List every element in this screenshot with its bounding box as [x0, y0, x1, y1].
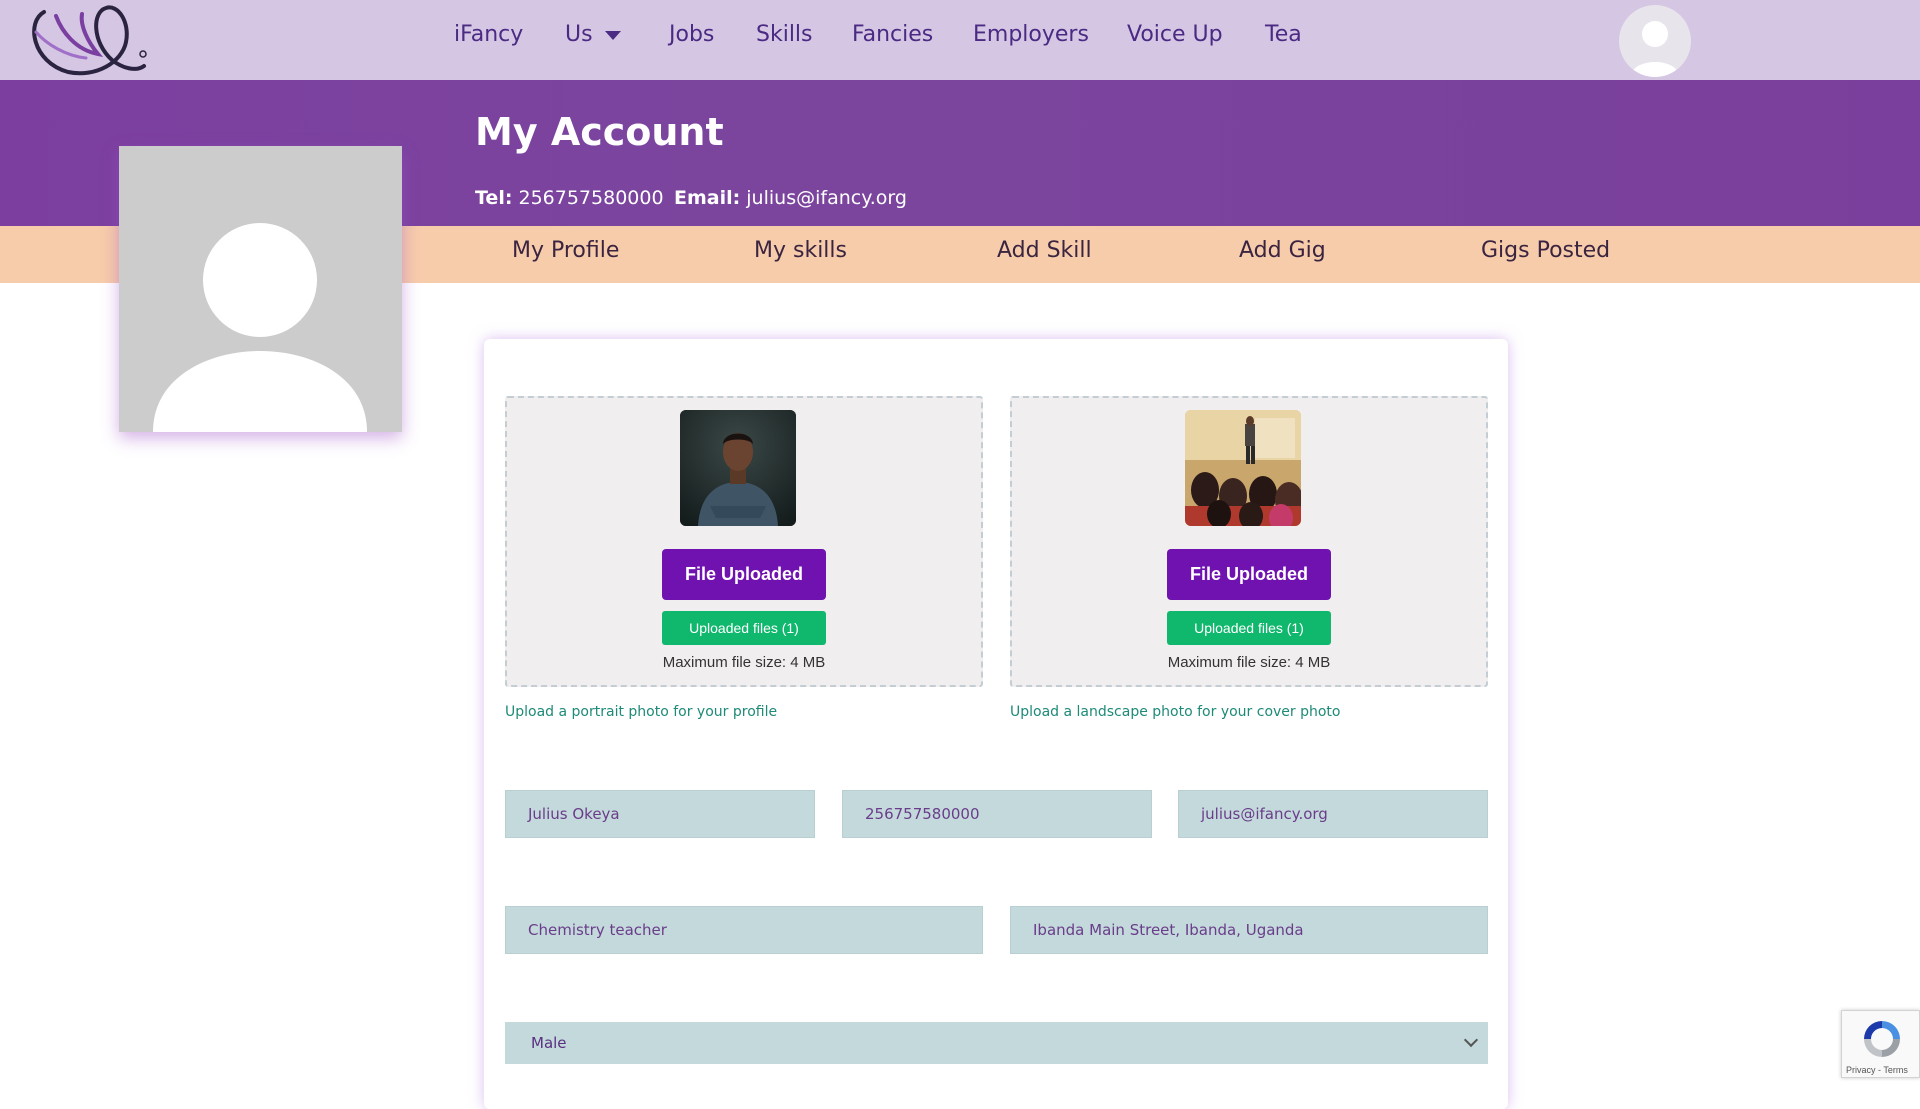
user-avatar[interactable]	[1619, 5, 1691, 77]
nav-item-ifancy[interactable]: iFancy	[454, 22, 523, 47]
top-navigation: iFancy Us Jobs Skills Fancies Employers …	[0, 0, 1920, 80]
tab-gigs-posted[interactable]: Gigs Posted	[1481, 238, 1610, 263]
nav-item-jobs[interactable]: Jobs	[669, 22, 714, 47]
name-field[interactable]: Julius Okeya	[505, 790, 815, 838]
nav-item-fancies[interactable]: Fancies	[852, 22, 933, 47]
chevron-down-icon	[1463, 1032, 1479, 1048]
gender-select-value: Male	[531, 1034, 567, 1052]
contact-tel: Tel: 256757580000	[475, 187, 664, 209]
cover-uploaded-files-button[interactable]: Uploaded files (1)	[1167, 611, 1331, 645]
tab-add-gig[interactable]: Add Gig	[1239, 238, 1326, 263]
recaptcha-privacy-link[interactable]: Privacy	[1846, 1065, 1876, 1075]
portrait-max-file-size: Maximum file size: 4 MB	[662, 654, 826, 671]
caret-down-icon	[604, 30, 621, 40]
tel-label: Tel:	[475, 187, 513, 209]
nav-item-employers[interactable]: Employers	[973, 22, 1089, 47]
address-field[interactable]: Ibanda Main Street, Ibanda, Uganda	[1010, 906, 1488, 954]
recaptcha-terms-link[interactable]: Terms	[1883, 1065, 1908, 1075]
cover-thumbnail	[1185, 410, 1301, 526]
tab-my-skills[interactable]: My skills	[754, 238, 847, 263]
nav-item-us[interactable]: Us	[565, 22, 621, 47]
tab-add-skill[interactable]: Add Skill	[997, 238, 1092, 263]
cover-max-file-size: Maximum file size: 4 MB	[1167, 654, 1331, 671]
nav-item-tea[interactable]: Tea	[1265, 22, 1302, 47]
tel-value: 256757580000	[518, 187, 664, 209]
tab-my-profile[interactable]: My Profile	[512, 238, 619, 263]
avatar-placeholder-icon	[153, 223, 367, 432]
page-title: My Account	[475, 110, 724, 154]
cover-upload-dropzone[interactable]: File Uploaded Uploaded files (1) Maximum…	[1010, 396, 1488, 687]
ifancy-logo[interactable]	[26, 2, 156, 78]
cover-upload-hint: Upload a landscape photo for your cover …	[1010, 704, 1341, 720]
gender-select[interactable]: Male	[505, 1022, 1488, 1064]
cover-file-uploaded-button[interactable]: File Uploaded	[1167, 549, 1331, 600]
user-icon	[1631, 21, 1679, 77]
portrait-thumbnail	[680, 410, 796, 526]
nav-item-skills[interactable]: Skills	[756, 22, 813, 47]
phone-field[interactable]: 256757580000	[842, 790, 1152, 838]
email-label: Email:	[674, 187, 741, 209]
portrait-file-uploaded-button[interactable]: File Uploaded	[662, 549, 826, 600]
profile-picture	[119, 146, 402, 432]
recaptcha-icon	[1864, 1021, 1900, 1057]
recaptcha-badge[interactable]: Privacy - Terms	[1841, 1010, 1920, 1078]
portrait-upload-hint: Upload a portrait photo for your profile	[505, 704, 778, 720]
nav-item-voice-up[interactable]: Voice Up	[1127, 22, 1223, 47]
email-value: julius@ifancy.org	[746, 187, 907, 209]
contact-email: Email: julius@ifancy.org	[674, 187, 907, 209]
portrait-uploaded-files-button[interactable]: Uploaded files (1)	[662, 611, 826, 645]
profile-form-card: File Uploaded Uploaded files (1) Maximum…	[484, 339, 1508, 1109]
portrait-upload-dropzone[interactable]: File Uploaded Uploaded files (1) Maximum…	[505, 396, 983, 687]
recaptcha-links: Privacy - Terms	[1846, 1065, 1908, 1075]
occupation-field[interactable]: Chemistry teacher	[505, 906, 983, 954]
nav-item-us-label: Us	[565, 22, 593, 47]
email-field[interactable]: julius@ifancy.org	[1178, 790, 1488, 838]
